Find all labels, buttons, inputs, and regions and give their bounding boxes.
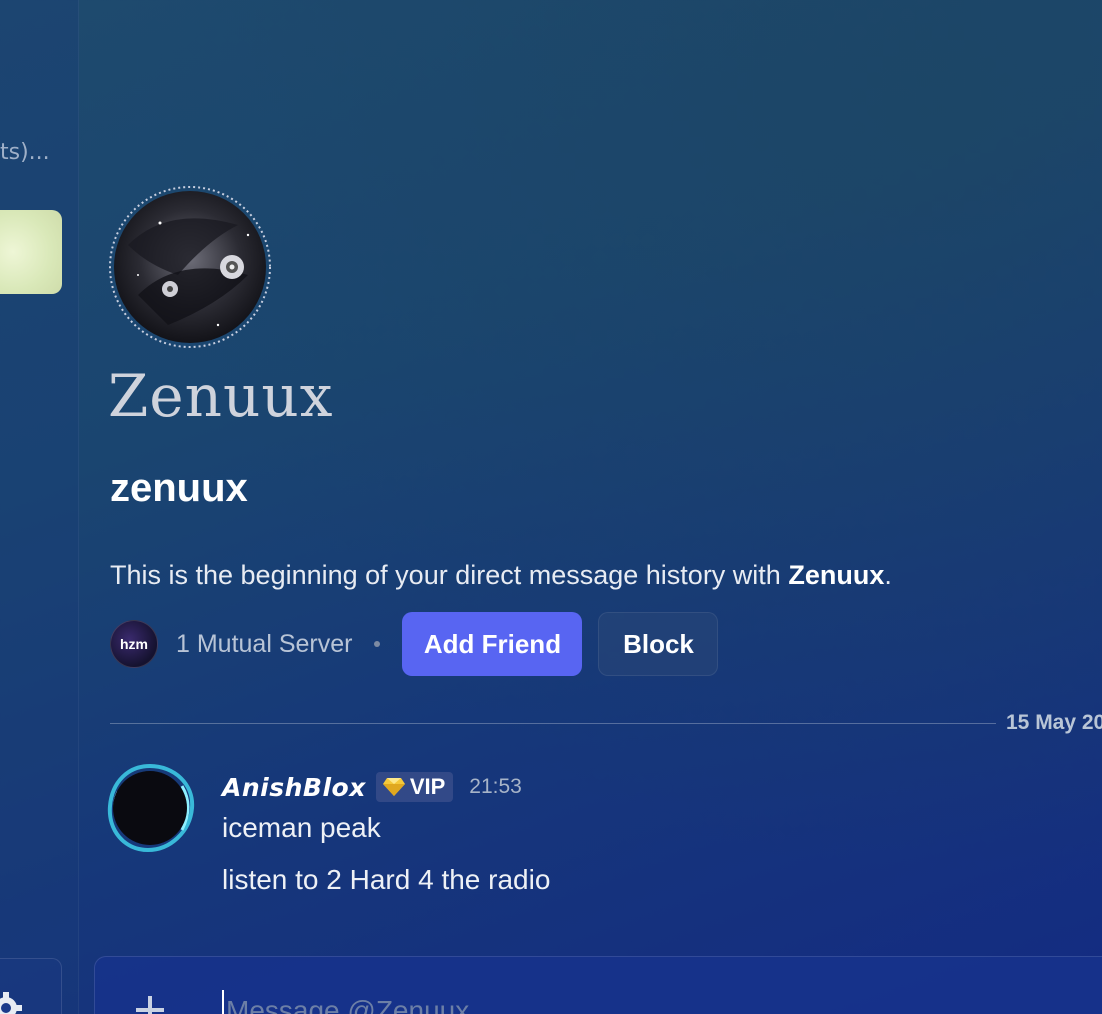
message-header: AnishBlox VIP 21:53 <box>222 770 522 804</box>
vip-badge[interactable]: VIP <box>375 772 454 802</box>
mutual-servers-link[interactable]: 1 Mutual Server <box>176 630 352 659</box>
date-divider-label: 15 May 20 <box>1006 711 1102 734</box>
plus-icon[interactable] <box>130 990 170 1014</box>
date-divider <box>110 723 996 724</box>
sidebar-truncated-text: ts)... <box>0 140 50 165</box>
gear-icon[interactable] <box>0 990 24 1014</box>
vip-badge-label: VIP <box>409 774 446 799</box>
profile-avatar[interactable] <box>108 185 272 349</box>
message-author-avatar[interactable] <box>104 762 196 854</box>
profile-display-name: Zenuux <box>108 362 334 430</box>
block-button[interactable]: Block <box>598 612 719 676</box>
profile-actions: hzm 1 Mutual Server Add Friend Block <box>110 612 719 676</box>
add-friend-button[interactable]: Add Friend <box>402 612 583 676</box>
message-text: iceman peak <box>222 812 381 843</box>
dm-intro-suffix: . <box>884 560 892 590</box>
dm-intro-prefix: This is the beginning of your direct mes… <box>110 560 789 590</box>
dm-intro-name: Zenuux <box>788 560 885 590</box>
sidebar-card[interactable] <box>0 210 62 294</box>
separator-dot <box>374 641 381 647</box>
message-timestamp: 21:53 <box>469 775 522 798</box>
gem-icon <box>382 778 405 796</box>
message-text: listen to 2 Hard 4 the radio <box>222 864 551 895</box>
message-author-name[interactable]: AnishBlox <box>222 773 366 802</box>
message-input[interactable] <box>222 990 1088 1014</box>
dm-intro-text: This is the beginning of your direct mes… <box>110 560 892 591</box>
mutual-server-icon[interactable]: hzm <box>110 620 158 668</box>
profile-username: zenuux <box>110 466 248 510</box>
